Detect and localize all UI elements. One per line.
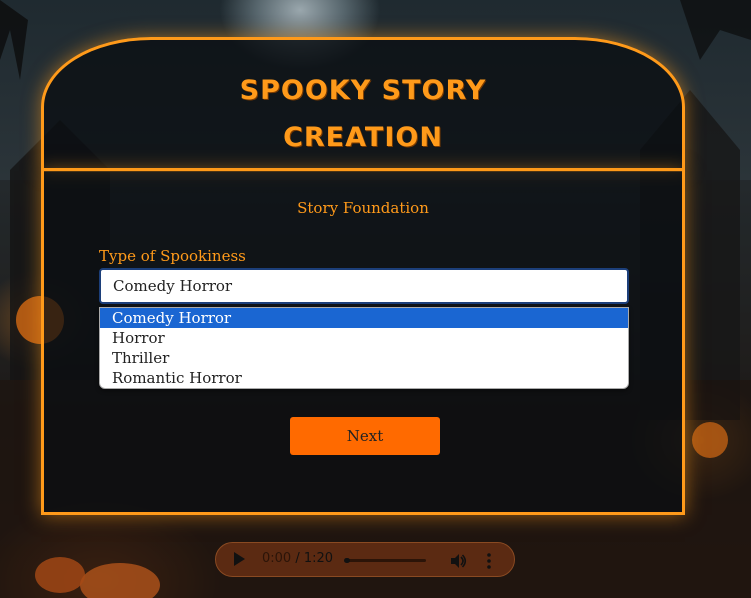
option-horror[interactable]: Horror xyxy=(100,328,628,348)
spookiness-dropdown: Comedy Horror Horror Thriller Romantic H… xyxy=(99,307,629,389)
title-line-1: SPOOKY STORY xyxy=(239,75,487,106)
spookiness-select[interactable]: Comedy Horror xyxy=(99,268,629,304)
more-vertical-icon[interactable] xyxy=(486,552,492,570)
time-separator: / xyxy=(291,551,304,566)
volume-icon[interactable] xyxy=(449,552,467,570)
story-card: SPOOKY STORY CREATION Story Foundation T… xyxy=(41,37,685,515)
title-line-2: CREATION xyxy=(283,122,443,153)
option-romantic-horror[interactable]: Romantic Horror xyxy=(100,368,628,388)
audio-time: 0:00 / 1:20 xyxy=(262,551,333,566)
option-thriller[interactable]: Thriller xyxy=(100,348,628,368)
play-icon[interactable] xyxy=(234,552,245,566)
seek-knob[interactable] xyxy=(344,558,350,563)
duration: 1:20 xyxy=(303,551,334,566)
section-title: Story Foundation xyxy=(297,199,429,217)
spookiness-label: Type of Spookiness xyxy=(99,247,246,265)
seek-bar[interactable] xyxy=(344,558,426,563)
current-time: 0:00 xyxy=(262,551,292,566)
page-title: SPOOKY STORY CREATION xyxy=(41,67,685,161)
audio-player: 0:00 / 1:20 xyxy=(215,542,515,577)
next-button[interactable]: Next xyxy=(290,417,440,455)
option-comedy-horror[interactable]: Comedy Horror xyxy=(100,308,628,328)
